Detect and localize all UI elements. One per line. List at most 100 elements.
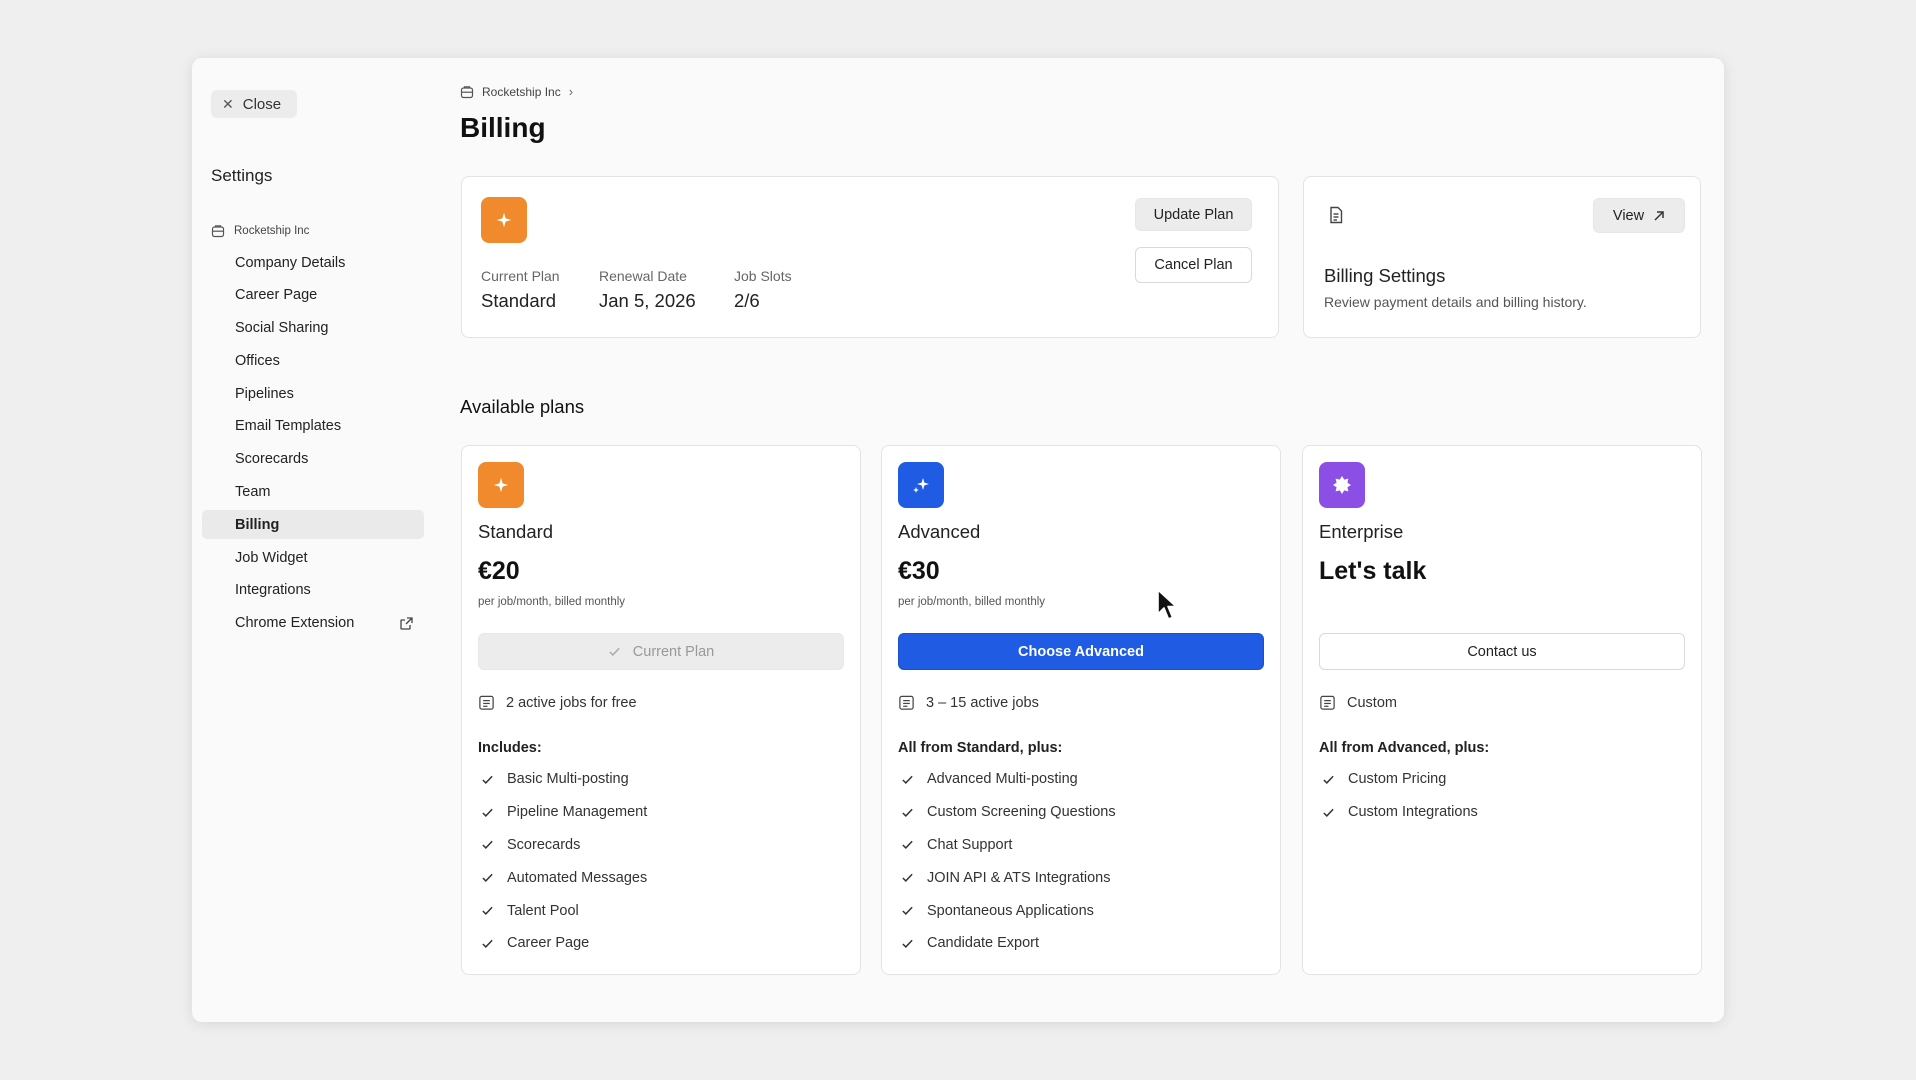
sidebar-item-label: Pipelines bbox=[235, 385, 294, 402]
close-icon: ✕ bbox=[222, 95, 234, 112]
feature-label: Pipeline Management bbox=[507, 804, 648, 821]
building-icon bbox=[211, 225, 225, 238]
current-plan-button-label: Current Plan bbox=[632, 643, 715, 660]
update-plan-button[interactable]: Update Plan bbox=[1135, 198, 1252, 231]
arrow-up-right-icon bbox=[1654, 210, 1664, 221]
job-slots-value: 2/6 bbox=[734, 290, 760, 311]
current-plan-label: Current Plan bbox=[481, 268, 560, 284]
feature-label: Custom Screening Questions bbox=[927, 804, 1116, 821]
sidebar-item-label: Career Page bbox=[235, 287, 318, 304]
sidebar-item-label: Chrome Extension bbox=[235, 615, 355, 632]
feature-item: Basic Multi-posting bbox=[481, 763, 647, 796]
check-icon bbox=[902, 939, 913, 948]
check-icon bbox=[609, 647, 620, 657]
check-icon bbox=[1323, 775, 1334, 784]
sidebar-item-social-sharing[interactable]: Social Sharing bbox=[202, 314, 424, 343]
contact-us-button[interactable]: Contact us bbox=[1319, 633, 1685, 670]
current-plan-value: Standard bbox=[481, 290, 557, 311]
sidebar-item-scorecards[interactable]: Scorecards bbox=[202, 445, 424, 474]
document-icon bbox=[1330, 206, 1343, 224]
sidebar-item-job-widget[interactable]: Job Widget bbox=[202, 543, 424, 572]
check-icon bbox=[902, 775, 913, 784]
feature-label: JOIN API & ATS Integrations bbox=[927, 869, 1111, 886]
billing-settings-card: View Billing Settings Review payment det… bbox=[1303, 176, 1701, 338]
plan-name: Enterprise bbox=[1319, 521, 1404, 542]
feature-label: Custom Pricing bbox=[1348, 771, 1447, 788]
active-jobs-row: 2 active jobs for free bbox=[478, 694, 637, 711]
current-plan-info: Current Plan Standard bbox=[481, 268, 560, 312]
available-plans-title: Available plans bbox=[460, 396, 585, 417]
sidebar-item-chrome-extension[interactable]: Chrome Extension bbox=[202, 609, 424, 638]
sidebar-item-label: Scorecards bbox=[235, 451, 309, 468]
sidebar-item-company-details[interactable]: Company Details bbox=[202, 248, 424, 277]
check-icon bbox=[482, 939, 493, 948]
sidebar-item-label: Billing bbox=[235, 516, 280, 533]
view-billing-button[interactable]: View bbox=[1593, 198, 1685, 233]
check-icon bbox=[482, 841, 493, 850]
calendar-icon bbox=[479, 695, 494, 710]
plan-price-note: per job/month, billed monthly bbox=[478, 596, 626, 608]
feature-item: Candidate Export bbox=[901, 927, 1116, 960]
sidebar-item-billing[interactable]: Billing bbox=[202, 510, 424, 540]
plan-card-enterprise: Enterprise Let's talk Contact us Custom … bbox=[1302, 445, 1702, 975]
sidebar-item-pipelines[interactable]: Pipelines bbox=[202, 379, 424, 408]
active-jobs-row: 3 – 15 active jobs bbox=[898, 694, 1039, 711]
check-icon bbox=[902, 874, 913, 883]
sidebar-org-header: Rocketship Inc bbox=[211, 224, 309, 238]
sidebar-item-label: Social Sharing bbox=[235, 320, 329, 337]
feature-item: Scorecards bbox=[481, 829, 647, 862]
feature-label: Automated Messages bbox=[507, 869, 648, 886]
feature-label: Advanced Multi-posting bbox=[927, 771, 1078, 788]
check-icon bbox=[902, 906, 913, 916]
sidebar-item-label: Offices bbox=[235, 352, 280, 369]
choose-advanced-button[interactable]: Choose Advanced bbox=[898, 633, 1264, 670]
sidebar-item-career-page[interactable]: Career Page bbox=[202, 281, 424, 310]
breadcrumb: Rocketship Inc › bbox=[460, 84, 573, 99]
plan-card-standard: Standard €20 per job/month, billed month… bbox=[461, 445, 861, 975]
check-icon bbox=[1323, 808, 1334, 817]
plan-name: Standard bbox=[478, 521, 554, 542]
feature-list: Basic Multi-posting Pipeline Management … bbox=[481, 763, 647, 960]
view-billing-label: View bbox=[1612, 207, 1645, 224]
sidebar-item-label: Team bbox=[235, 484, 271, 501]
active-jobs-text: 3 – 15 active jobs bbox=[926, 694, 1039, 711]
feature-label: Custom Integrations bbox=[1348, 804, 1478, 821]
mouse-cursor-icon bbox=[1157, 589, 1177, 620]
settings-title: Settings bbox=[211, 166, 273, 185]
chevron-right-icon: › bbox=[568, 84, 574, 99]
sidebar-item-label: Email Templates bbox=[235, 418, 342, 435]
close-label: Close bbox=[242, 95, 282, 113]
check-icon bbox=[902, 808, 913, 817]
feature-item: Custom Integrations bbox=[1322, 796, 1478, 829]
check-icon bbox=[482, 808, 493, 817]
active-jobs-text: Custom bbox=[1347, 694, 1397, 711]
feature-label: Basic Multi-posting bbox=[507, 771, 629, 788]
sparkle-icon bbox=[478, 462, 524, 508]
building-icon bbox=[460, 85, 474, 98]
feature-item: Talent Pool bbox=[481, 894, 647, 927]
sidebar-org-name: Rocketship Inc bbox=[234, 225, 310, 237]
feature-label: Talent Pool bbox=[507, 902, 579, 919]
sidebar-item-email-templates[interactable]: Email Templates bbox=[202, 412, 424, 441]
job-slots-label: Job Slots bbox=[734, 268, 792, 284]
sidebar-item-team[interactable]: Team bbox=[202, 478, 424, 507]
external-link-icon bbox=[400, 617, 413, 630]
plan-price: Let's talk bbox=[1319, 557, 1427, 585]
close-button[interactable]: ✕ Close bbox=[211, 90, 297, 118]
sidebar-item-integrations[interactable]: Integrations bbox=[202, 576, 424, 605]
renewal-date-info: Renewal Date Jan 5, 2026 bbox=[599, 268, 696, 312]
plan-price-note: per job/month, billed monthly bbox=[898, 596, 1046, 608]
cancel-plan-button[interactable]: Cancel Plan bbox=[1135, 247, 1252, 283]
breadcrumb-org-link[interactable]: Rocketship Inc bbox=[482, 85, 561, 99]
feature-list: Custom Pricing Custom Integrations bbox=[1322, 763, 1478, 829]
current-plan-button: Current Plan bbox=[478, 633, 844, 670]
check-icon bbox=[482, 906, 493, 916]
calendar-icon bbox=[1320, 695, 1335, 710]
sparkle-icon bbox=[481, 197, 527, 243]
job-slots-info: Job Slots 2/6 bbox=[734, 268, 792, 312]
sidebar-item-offices[interactable]: Offices bbox=[202, 346, 424, 375]
feature-list: Advanced Multi-posting Custom Screening … bbox=[901, 763, 1116, 960]
plan-price: €30 bbox=[898, 557, 940, 585]
feature-item: Advanced Multi-posting bbox=[901, 763, 1116, 796]
feature-item: Automated Messages bbox=[481, 861, 647, 894]
